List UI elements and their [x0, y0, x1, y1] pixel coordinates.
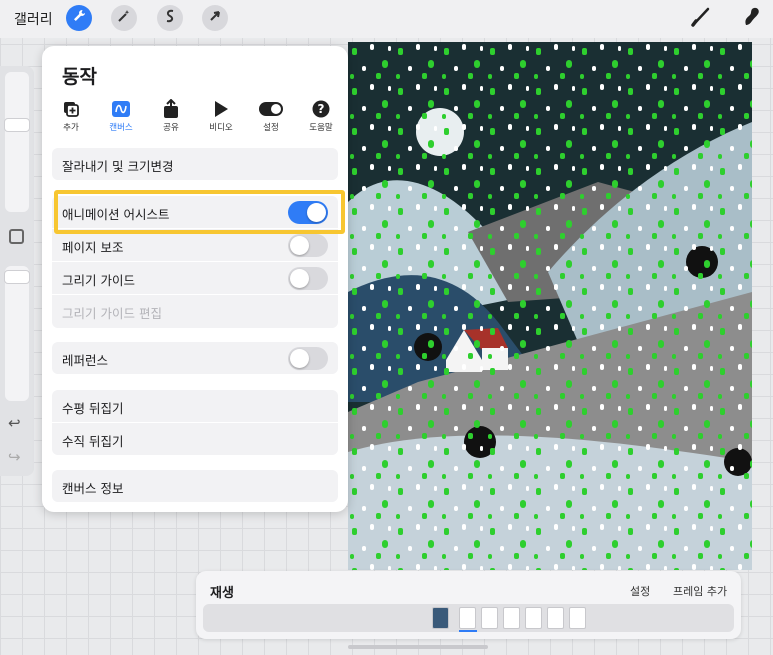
smudge-icon: [740, 5, 762, 31]
frame-strip: [203, 604, 734, 632]
selection-button[interactable]: [157, 5, 183, 31]
help-icon: ?: [296, 98, 346, 120]
transform-arrow-icon: [207, 8, 223, 28]
wrench-icon: [71, 8, 87, 28]
crop-resize-row[interactable]: 잘라내기 및 크기변경: [52, 148, 338, 180]
flip-horizontal-row[interactable]: 수평 뒤집기: [52, 390, 338, 422]
flip-group: 수평 뒤집기 수직 뒤집기: [52, 390, 338, 455]
tab-help[interactable]: ? 도움말: [296, 98, 346, 133]
brush-icon: [690, 5, 712, 31]
page-assist-toggle[interactable]: [288, 234, 328, 257]
tab-add[interactable]: 추가: [46, 98, 96, 133]
flip-horizontal-label: 수평 뒤집기: [62, 401, 124, 416]
crop-resize-label: 잘라내기 및 크기변경: [62, 159, 174, 174]
frame-thumbnail[interactable]: [432, 607, 449, 629]
drawing-guide-row[interactable]: 그리기 가이드: [52, 262, 338, 294]
brush-button[interactable]: [688, 5, 714, 31]
svg-text:?: ?: [318, 102, 325, 116]
playback-button[interactable]: 재생: [210, 582, 234, 601]
reference-group: 레퍼런스: [52, 342, 338, 374]
undo-icon[interactable]: ↩: [8, 414, 21, 432]
tab-video[interactable]: 비디오: [196, 98, 246, 133]
tab-share-label: 공유: [163, 123, 179, 133]
tab-video-label: 비디오: [209, 123, 233, 133]
add-layer-icon: [46, 98, 96, 120]
flip-vertical-row[interactable]: 수직 뒤집기: [52, 423, 338, 455]
home-indicator: [348, 645, 488, 649]
highlight-box: [54, 190, 345, 234]
brush-size-slider[interactable]: [5, 72, 29, 212]
canvas-info-label: 캔버스 정보: [62, 481, 124, 496]
edit-drawing-guide-label: 그리기 가이드 편집: [62, 306, 162, 321]
frame[interactable]: [569, 607, 586, 629]
transform-button[interactable]: [202, 5, 228, 31]
opacity-slider[interactable]: [5, 266, 29, 401]
actions-panel: 동작 추가 캔버스 공유 비디오 설정 ? 도움말 잘라내기 및 크기변경 애니…: [42, 46, 348, 512]
drawing-guide-label: 그리기 가이드: [62, 273, 135, 288]
top-toolbar: 갤러리: [0, 0, 773, 38]
canvas-artwork[interactable]: [348, 42, 752, 570]
actions-button[interactable]: [66, 5, 92, 31]
flip-vertical-label: 수직 뒤집기: [62, 434, 124, 449]
tab-settings[interactable]: 설정: [246, 98, 296, 133]
tab-canvas-label: 캔버스: [109, 123, 133, 133]
tab-add-label: 추가: [63, 123, 79, 133]
frame[interactable]: [459, 607, 476, 629]
share-icon: [146, 98, 196, 120]
frame[interactable]: [547, 607, 564, 629]
artwork-image: [348, 42, 752, 570]
reference-label: 레퍼런스: [62, 353, 109, 368]
magic-wand-icon: [116, 8, 132, 28]
smudge-button[interactable]: [738, 5, 764, 31]
opacity-thumb[interactable]: [4, 270, 30, 284]
canvas-info-row[interactable]: 캔버스 정보: [52, 470, 338, 502]
animation-timeline: 재생 설정 프레임 추가: [196, 571, 741, 639]
play-icon: [196, 98, 246, 120]
frame[interactable]: [503, 607, 520, 629]
canvas-info-group: 캔버스 정보: [52, 470, 338, 502]
crop-group: 잘라내기 및 크기변경: [52, 148, 338, 180]
canvas-icon: [96, 98, 146, 120]
add-frame-button[interactable]: 프레임 추가: [673, 583, 727, 599]
modify-button[interactable]: [9, 229, 24, 244]
toggle-icon: [246, 98, 296, 120]
drawing-guide-toggle[interactable]: [288, 267, 328, 290]
current-frame-indicator: [459, 630, 477, 632]
tab-canvas[interactable]: 캔버스: [96, 98, 146, 133]
reference-toggle[interactable]: [288, 347, 328, 370]
tab-help-label: 도움말: [309, 123, 333, 133]
redo-icon[interactable]: ↪: [8, 448, 21, 466]
timeline-settings-button[interactable]: 설정: [630, 583, 650, 599]
panel-title: 동작: [62, 66, 97, 88]
reference-row[interactable]: 레퍼런스: [52, 342, 338, 374]
tab-share[interactable]: 공유: [146, 98, 196, 133]
frame[interactable]: [481, 607, 498, 629]
actions-tabs: 추가 캔버스 공유 비디오 설정 ? 도움말: [50, 98, 342, 138]
frame[interactable]: [525, 607, 542, 629]
adjustments-button[interactable]: [111, 5, 137, 31]
gallery-button[interactable]: 갤러리: [14, 9, 53, 29]
left-sidebar: ↩ ↪: [0, 66, 34, 476]
brush-size-thumb[interactable]: [4, 118, 30, 132]
edit-drawing-guide-row: 그리기 가이드 편집: [52, 295, 338, 327]
tab-settings-label: 설정: [263, 123, 279, 133]
page-assist-label: 페이지 보조: [62, 240, 124, 255]
selection-s-icon: [162, 8, 178, 28]
